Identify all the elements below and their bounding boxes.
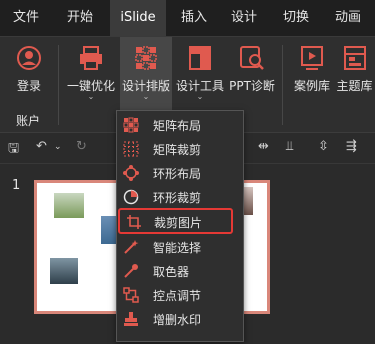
case-library-button[interactable]: 案例库: [290, 37, 334, 135]
menu-item-color-picker[interactable]: 取色器: [117, 259, 243, 283]
slide-number: 1: [12, 178, 21, 193]
case-library-icon: [301, 46, 323, 70]
ring-crop-icon: [123, 189, 139, 205]
matrix-layout-icon: [123, 117, 139, 133]
image-thumbnail[interactable]: [54, 193, 84, 218]
chevron-down-icon[interactable]: ⌄: [64, 92, 118, 101]
menu-item-label: 控点调节: [153, 289, 202, 303]
distribute-horizontal-icon[interactable]: ⇶: [346, 139, 357, 154]
theme-library-button[interactable]: 主题库: [334, 37, 375, 135]
login-label: 登录: [16, 79, 41, 93]
tab-animations[interactable]: 动画: [326, 0, 370, 36]
user-icon: [17, 46, 41, 70]
tab-insert[interactable]: 插入: [172, 0, 216, 36]
watermark-icon: [124, 312, 138, 326]
ring-layout-icon: [123, 165, 139, 181]
menu-item-label: 环形布局: [153, 167, 202, 181]
align-middle-icon[interactable]: ⇹: [258, 139, 269, 154]
chevron-down-icon[interactable]: ⌄: [120, 92, 172, 101]
menu-item-label: 矩阵裁剪: [153, 143, 202, 157]
menu-item-matrix-crop[interactable]: 矩阵裁剪: [117, 137, 243, 161]
crop-image-icon: [127, 215, 141, 229]
tab-transitions[interactable]: 切换: [274, 0, 318, 36]
menu-item-smart-select[interactable]: 智能选择: [117, 235, 243, 259]
menu-item-label: 环形裁剪: [153, 191, 202, 205]
chevron-down-icon[interactable]: ⌄: [54, 142, 62, 152]
menu-item-watermark[interactable]: 增删水印: [117, 307, 243, 331]
image-thumbnail[interactable]: [50, 258, 78, 284]
divider: [282, 45, 283, 125]
menu-item-label: 增删水印: [153, 313, 202, 327]
diagnose-icon: [240, 46, 264, 70]
matrix-crop-icon: [123, 141, 139, 157]
menu-item-handle-adjust[interactable]: 控点调节: [117, 283, 243, 307]
theme-library-icon: [343, 46, 366, 70]
distribute-vertical-icon[interactable]: ⇳: [318, 139, 329, 154]
ppt-diagnose-label: PPT诊断: [229, 79, 275, 93]
menu-item-label: 取色器: [153, 265, 190, 279]
menu-item-matrix-layout[interactable]: 矩阵布局: [117, 113, 243, 137]
undo-icon[interactable]: ↶: [36, 139, 47, 154]
menu-item-crop-image[interactable]: 裁剪图片: [118, 208, 233, 234]
menu-item-label: 智能选择: [153, 241, 202, 255]
optimize-button[interactable]: 一键优化 ⌄: [64, 37, 118, 135]
theme-library-label: 主题库: [336, 79, 373, 93]
tab-design[interactable]: 设计: [222, 0, 266, 36]
menu-item-ring-crop[interactable]: 环形裁剪: [117, 185, 243, 209]
tab-islide[interactable]: iSlide: [110, 0, 166, 36]
smart-select-icon: [124, 240, 139, 254]
printer-icon: [80, 46, 102, 70]
design-layout-menu: 矩阵布局 矩阵裁剪 环形布局 环形裁剪 裁剪图片 智能选择 取色器 控点调节 增…: [116, 110, 244, 342]
save-icon[interactable]: 🖫: [8, 139, 19, 161]
divider: [58, 45, 59, 125]
design-tools-icon: [189, 46, 211, 70]
handle-adjust-icon: [123, 287, 139, 303]
chevron-down-icon[interactable]: ⌄: [174, 92, 226, 101]
menu-item-ring-layout[interactable]: 环形布局: [117, 161, 243, 185]
tab-file[interactable]: 文件: [4, 0, 48, 36]
ribbon-tab-bar: 文件 开始 iSlide 插入 设计 切换 动画: [0, 0, 375, 37]
tab-home[interactable]: 开始: [58, 0, 102, 36]
menu-item-label: 裁剪图片: [154, 216, 203, 230]
grid-layout-icon: [135, 46, 157, 70]
redo-icon[interactable]: ↻: [76, 139, 87, 154]
menu-item-label: 矩阵布局: [153, 119, 202, 133]
color-picker-icon: [124, 264, 138, 278]
account-group-label: 账户: [16, 114, 41, 128]
case-library-label: 案例库: [293, 79, 330, 93]
align-bottom-icon[interactable]: ⫫: [286, 139, 293, 154]
